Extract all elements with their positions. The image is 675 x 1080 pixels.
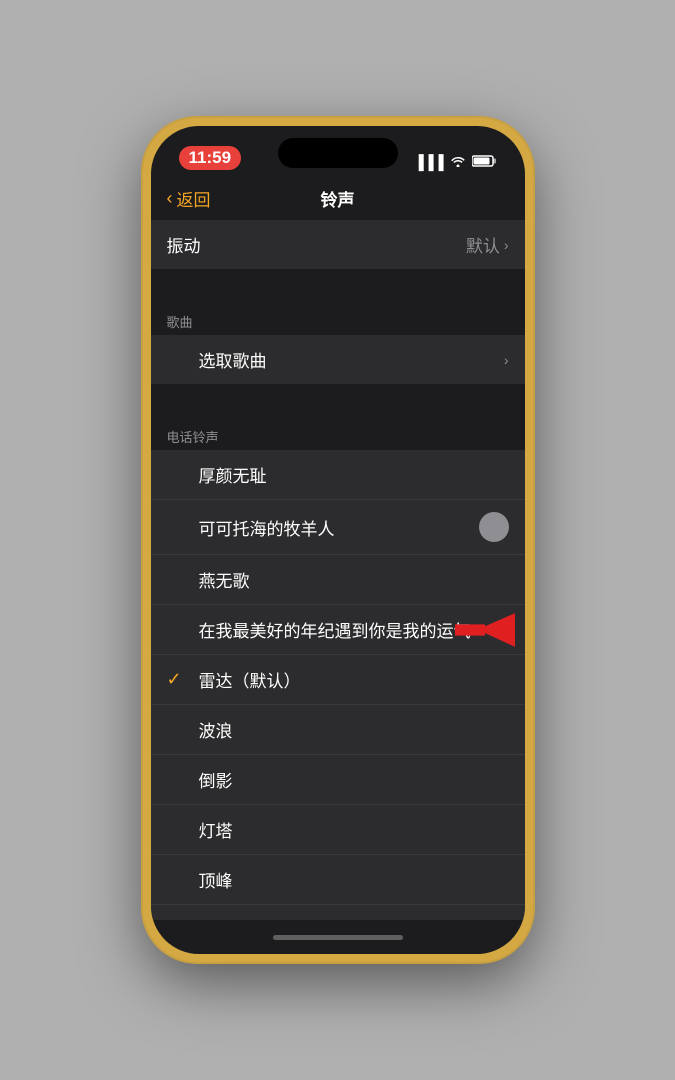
select-song-row[interactable]: 选取歌曲 › bbox=[151, 335, 525, 384]
ringtone-row-6[interactable]: 波浪 bbox=[151, 705, 525, 755]
ringtone-row-3[interactable]: 燕无歌 bbox=[151, 555, 525, 605]
back-chevron-icon: ‹ bbox=[167, 188, 173, 209]
ringtone-label-2: 可可托海的牧羊人 bbox=[199, 515, 479, 540]
ringtone-row-5[interactable]: ✓ 雷达（默认） bbox=[151, 655, 525, 705]
nav-bar: ‹ 返回 铃声 bbox=[151, 176, 525, 220]
ringtone-row-10[interactable]: 辐射 bbox=[151, 905, 525, 920]
vibration-value: 默认 › bbox=[466, 232, 509, 257]
red-arrow-annotation bbox=[455, 605, 515, 655]
home-indicator-bar bbox=[151, 920, 525, 954]
ringtone-label-6: 波浪 bbox=[199, 717, 509, 742]
signal-icon: ▐▐▐ bbox=[414, 154, 444, 170]
songs-list: 选取歌曲 › bbox=[151, 335, 525, 384]
ringtone-row-4[interactable]: 在我最美好的年纪遇到你是我的运气 bbox=[151, 605, 525, 655]
back-button[interactable]: ‹ 返回 bbox=[167, 186, 211, 211]
ringtone-label-1: 厚颜无耻 bbox=[199, 462, 509, 487]
wifi-icon bbox=[450, 154, 466, 170]
ringtone-row-8[interactable]: 灯塔 bbox=[151, 805, 525, 855]
page-title: 铃声 bbox=[321, 186, 355, 211]
vibration-group: 振动 默认 › bbox=[151, 220, 525, 269]
ringtone-row-7[interactable]: 倒影 bbox=[151, 755, 525, 805]
ringtone-row-9[interactable]: 顶峰 bbox=[151, 855, 525, 905]
ringtones-section-label: 电话铃声 bbox=[151, 419, 525, 450]
back-label: 返回 bbox=[177, 186, 211, 211]
ringtone-label-10: 辐射 bbox=[199, 917, 509, 920]
ringtone-label-8: 灯塔 bbox=[199, 817, 509, 842]
battery-icon bbox=[472, 154, 497, 170]
ringtone-row-2[interactable]: 可可托海的牧羊人 bbox=[151, 500, 525, 555]
phone-frame: 11:59 ▐▐▐ bbox=[143, 118, 533, 962]
vibration-chevron-icon: › bbox=[504, 237, 509, 253]
songs-section: 歌曲 选取歌曲 › bbox=[151, 304, 525, 384]
ringtone-label-9: 顶峰 bbox=[199, 867, 509, 892]
select-song-label: 选取歌曲 bbox=[199, 347, 504, 372]
status-time: 11:59 bbox=[179, 146, 242, 170]
select-song-chevron-icon: › bbox=[504, 352, 509, 368]
gap-songs bbox=[151, 269, 525, 304]
ringtone-row-1[interactable]: 厚颜无耻 bbox=[151, 450, 525, 500]
camera-notch bbox=[278, 138, 398, 168]
ringtone-label-3: 燕无歌 bbox=[199, 567, 509, 592]
checkmark-icon: ✓ bbox=[167, 669, 191, 690]
content-area: 振动 默认 › 歌曲 选取歌曲 › bbox=[151, 220, 525, 920]
ringtones-list: 厚颜无耻 可可托海的牧羊人 燕无歌 bbox=[151, 450, 525, 920]
songs-section-label: 歌曲 bbox=[151, 304, 525, 335]
status-icons: ▐▐▐ bbox=[414, 154, 497, 170]
ringtone-label-5: 雷达（默认） bbox=[199, 667, 509, 692]
ringtone-label-7: 倒影 bbox=[199, 767, 509, 792]
toggle-icon bbox=[479, 512, 509, 542]
phone-screen: 11:59 ▐▐▐ bbox=[151, 126, 525, 954]
home-indicator bbox=[273, 935, 403, 940]
ringtones-section: 电话铃声 厚颜无耻 可可托海的牧羊人 bbox=[151, 419, 525, 920]
vibration-row[interactable]: 振动 默认 › bbox=[151, 220, 525, 269]
vibration-label: 振动 bbox=[167, 232, 466, 257]
gap-ringtones bbox=[151, 384, 525, 419]
